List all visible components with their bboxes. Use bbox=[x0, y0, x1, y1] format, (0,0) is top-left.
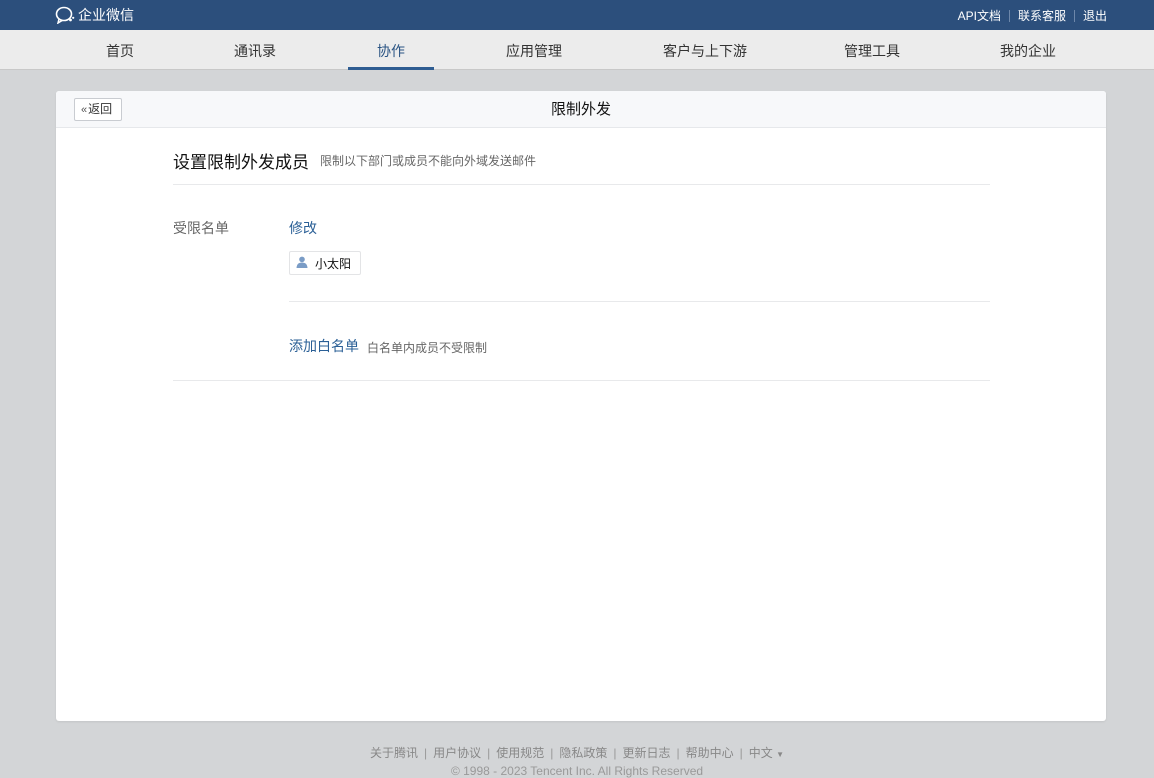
bottom-divider bbox=[173, 380, 990, 381]
nav-app-management[interactable]: 应用管理 bbox=[494, 30, 574, 70]
nav-contacts[interactable]: 通讯录 bbox=[225, 30, 285, 70]
link-separator bbox=[1008, 9, 1010, 22]
language-selector[interactable]: 中文 ▼ bbox=[749, 746, 784, 760]
nav-customers-partners[interactable]: 客户与上下游 bbox=[650, 30, 760, 70]
footer-agreement-link[interactable]: 用户协议 bbox=[433, 746, 481, 760]
footer-about-link[interactable]: 关于腾讯 bbox=[370, 746, 418, 760]
section-divider bbox=[173, 184, 990, 185]
double-chevron-left-icon: « bbox=[81, 104, 88, 116]
edit-restricted-link[interactable]: 修改 bbox=[289, 218, 317, 238]
link-separator bbox=[1073, 9, 1075, 22]
add-whitelist-link[interactable]: 添加白名单 bbox=[289, 336, 359, 356]
wecom-logo-icon bbox=[55, 6, 75, 25]
page-title: 限制外发 bbox=[550, 101, 611, 118]
nav-home[interactable]: 首页 bbox=[90, 30, 150, 70]
copyright: © 1998 - 2023 Tencent Inc. All Rights Re… bbox=[450, 764, 704, 778]
footer-changelog-link[interactable]: 更新日志 bbox=[623, 746, 671, 760]
nav-collaboration[interactable]: 协作 bbox=[361, 30, 421, 70]
footer-privacy-link[interactable]: 隐私政策 bbox=[559, 746, 607, 760]
language-label: 中文 bbox=[748, 746, 773, 760]
whitelist-hint: 白名单内成员不受限制 bbox=[367, 341, 488, 355]
back-button-label: 返回 bbox=[88, 102, 113, 116]
panel-header: 限制外发 «返回 bbox=[56, 91, 1106, 128]
member-tag: 小太阳 bbox=[289, 251, 361, 275]
contact-support-link[interactable]: 联系客服 bbox=[1018, 7, 1066, 24]
brand-name: 企业微信 bbox=[78, 7, 134, 23]
footer-links: 关于腾讯 | 用户协议 | 使用规范 | 隐私政策 | 更新日志 | 帮助中心 | 中文 ▼ bbox=[369, 746, 785, 760]
logout-link[interactable]: 退出 bbox=[1083, 7, 1107, 24]
main-nav: 首页 通讯录 协作 应用管理 客户与上下游 管理工具 我的企业 bbox=[0, 30, 1154, 70]
footer-rules-link[interactable]: 使用规范 bbox=[496, 746, 544, 760]
top-links: API文档 联系客服 退出 bbox=[958, 7, 1107, 24]
brand-logo[interactable]: 企业微信 bbox=[55, 5, 134, 25]
content-panel: 限制外发 «返回 设置限制外发成员 限制以下部门或成员不能向外域发送邮件 受限名… bbox=[56, 91, 1106, 721]
list-divider bbox=[289, 301, 990, 302]
member-name: 小太阳 bbox=[315, 256, 352, 271]
back-button[interactable]: «返回 bbox=[74, 98, 122, 121]
top-bar: 企业微信 API文档 联系客服 退出 bbox=[0, 0, 1154, 30]
footer-help-link[interactable]: 帮助中心 bbox=[686, 746, 734, 760]
caret-down-icon: ▼ bbox=[776, 750, 785, 759]
restricted-list-label: 受限名单 bbox=[173, 220, 229, 236]
nav-my-enterprise[interactable]: 我的企业 bbox=[988, 30, 1068, 70]
api-docs-link[interactable]: API文档 bbox=[958, 7, 1001, 24]
active-tab-indicator bbox=[348, 67, 434, 70]
section-title: 设置限制外发成员 bbox=[173, 153, 309, 172]
user-icon bbox=[296, 256, 308, 271]
section-subtitle: 限制以下部门或成员不能向外域发送邮件 bbox=[320, 154, 537, 168]
nav-management-tools[interactable]: 管理工具 bbox=[832, 30, 912, 70]
